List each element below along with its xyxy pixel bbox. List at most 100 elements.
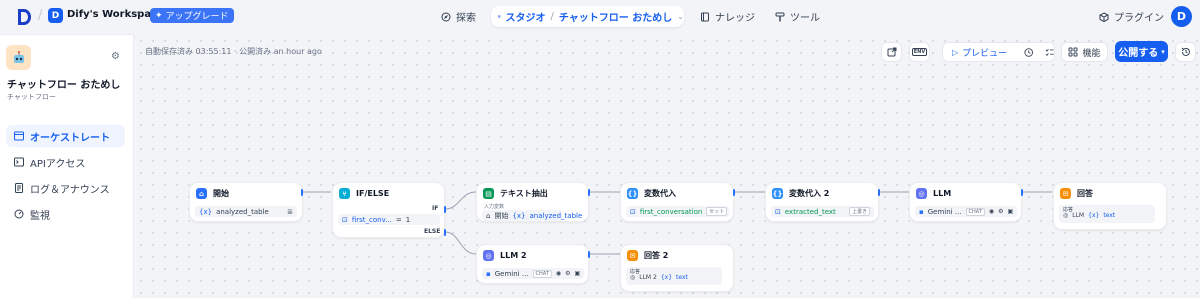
app-type: チャットフロー bbox=[7, 93, 56, 101]
node-llm-2[interactable]: ◎ LLM 2 ▪ Gemini ... CHAT ◉ ⚙ ▣ bbox=[476, 244, 589, 284]
model-chip: ▪ Gemini ... CHAT ◉ ⚙ ▣ bbox=[482, 268, 584, 279]
variable-name: extracted_text bbox=[784, 207, 836, 216]
node-header: {} 変数代入 bbox=[627, 188, 676, 199]
autosave-status: 自動保存済み 03:55:11 · 公開済み an hour ago bbox=[145, 47, 322, 56]
app-settings-icon[interactable]: ⚙ bbox=[111, 51, 120, 62]
node-ifelse[interactable]: ⑂ IF/ELSE IF ⊡ first_conv... = 1 ELSE bbox=[332, 182, 445, 238]
output-handle[interactable] bbox=[588, 189, 590, 196]
hammer-icon bbox=[775, 12, 785, 21]
tool-icon: ⚙ bbox=[565, 270, 571, 277]
else-output-handle[interactable] bbox=[444, 229, 446, 236]
model-mode-tag: CHAT bbox=[965, 207, 985, 216]
sidebar-item-label: ログ＆アナウンス bbox=[30, 184, 110, 196]
nav-knowledge-label: ナレッジ bbox=[715, 13, 755, 24]
sidebar-item-api[interactable]: APIアクセス bbox=[6, 151, 125, 173]
grid-icon bbox=[1068, 47, 1078, 57]
variable-source: LLM bbox=[1072, 212, 1085, 219]
model-name: Gemini ... bbox=[494, 269, 529, 278]
upgrade-button[interactable]: ✦ アップグレード bbox=[150, 8, 234, 23]
brain-icon: ◎ bbox=[630, 274, 636, 281]
node-title: 回答 2 bbox=[644, 251, 669, 260]
node-title: LLM bbox=[933, 189, 952, 198]
response-box: 応答 ◎ LLM 2 {x} text bbox=[626, 267, 722, 285]
publish-button[interactable]: 公開する ▾ bbox=[1115, 41, 1168, 62]
conversation-variable-icon: ⊡ bbox=[630, 207, 636, 216]
model-name: Gemini ... bbox=[927, 207, 962, 216]
answer-icon: ✉ bbox=[627, 250, 638, 261]
chevron-down-icon[interactable]: ▾ bbox=[137, 9, 141, 18]
condition-operator: = bbox=[395, 215, 402, 224]
model-mode-tag: CHAT bbox=[532, 269, 552, 278]
home-icon: ⌂ bbox=[196, 188, 207, 199]
condition-chip: ⊡ first_conv... = 1 bbox=[338, 214, 440, 225]
node-header: ▤ テキスト抽出 bbox=[483, 188, 548, 199]
output-handle[interactable] bbox=[1021, 189, 1023, 196]
checklist-icon[interactable] bbox=[1045, 47, 1054, 58]
version-history-button[interactable] bbox=[1175, 42, 1196, 62]
assignment-chip: ⊡ first_conversation セット bbox=[626, 206, 729, 217]
conversation-variable-icon: ⊡ bbox=[342, 215, 348, 224]
branch-icon: ⑂ bbox=[339, 188, 350, 199]
sidebar-item-label: 監視 bbox=[30, 210, 50, 222]
top-bar: / D Dify's Workspace ▾ ✦ アップグレード 探索 スタジオ… bbox=[0, 0, 1200, 34]
node-title: テキスト抽出 bbox=[500, 189, 548, 198]
output-handle[interactable] bbox=[588, 251, 590, 258]
sidebar-item-orchestrate[interactable]: オーケストレート bbox=[6, 125, 125, 147]
current-app-name[interactable]: チャットフロー おためし bbox=[559, 9, 672, 24]
compass-icon bbox=[441, 12, 451, 21]
nav-explore[interactable]: 探索 bbox=[441, 8, 476, 25]
sidebar-item-label: APIアクセス bbox=[30, 158, 86, 170]
app-sidebar: ⚙ チャットフロー おためし チャットフロー オーケストレート APIアクセス … bbox=[0, 34, 134, 298]
output-handle[interactable] bbox=[733, 189, 735, 196]
sidebar-item-monitoring[interactable]: 監視 bbox=[6, 203, 125, 225]
app-icon bbox=[6, 45, 31, 70]
history-run-icon[interactable] bbox=[1024, 47, 1034, 58]
sidebar-item-logs[interactable]: ログ＆アナウンス bbox=[6, 177, 125, 199]
assign-icon: {} bbox=[772, 188, 783, 199]
features-button[interactable]: 機能 bbox=[1061, 42, 1108, 62]
app-name: チャットフロー おためし bbox=[7, 80, 121, 91]
node-llm[interactable]: ◎ LLM ▪ Gemini ... CHAT ◉ ⚙ ▣ bbox=[909, 182, 1022, 222]
output-handle[interactable] bbox=[301, 189, 303, 196]
dify-logo[interactable] bbox=[16, 8, 32, 26]
variable-icon: {x} bbox=[512, 211, 526, 220]
node-header: ✉ 回答 2 bbox=[627, 250, 668, 261]
studio-icon bbox=[498, 15, 501, 18]
nav-studio[interactable]: スタジオ / チャットフロー おためし ⌄ bbox=[491, 6, 684, 27]
sparkle-icon: ✦ bbox=[155, 10, 163, 21]
workspace-avatar[interactable]: D bbox=[48, 8, 63, 23]
preview-label[interactable]: プレビュー bbox=[962, 46, 1007, 59]
play-icon[interactable]: ▷ bbox=[952, 48, 958, 57]
chevron-down-icon: ▾ bbox=[1161, 47, 1165, 56]
if-output-handle[interactable] bbox=[444, 206, 446, 213]
nav-tools[interactable]: ツール bbox=[775, 8, 820, 25]
env-button[interactable]: ENV bbox=[909, 42, 930, 62]
else-label: ELSE bbox=[424, 228, 441, 235]
env-label: ENV bbox=[911, 48, 928, 56]
node-answer-2[interactable]: ✉ 回答 2 応答 ◎ LLM 2 {x} text bbox=[620, 244, 734, 292]
chevron-down-icon[interactable]: ⌄ bbox=[677, 12, 684, 21]
cube-icon bbox=[1099, 11, 1109, 22]
node-title: 回答 bbox=[1077, 189, 1093, 198]
node-variable-assign[interactable]: {} 変数代入 ⊡ first_conversation セット bbox=[620, 182, 734, 222]
operation-tag: 上書き bbox=[848, 207, 870, 216]
node-answer[interactable]: ✉ 回答 応答 ◎ LLM {x} text bbox=[1053, 182, 1167, 230]
import-button[interactable] bbox=[881, 42, 902, 62]
output-handle[interactable] bbox=[878, 189, 880, 196]
model-chip: ▪ Gemini ... CHAT ◉ ⚙ ▣ bbox=[915, 206, 1017, 217]
assignment-chip: ⊡ extracted_text 上書き bbox=[771, 206, 874, 217]
node-variable-assign-2[interactable]: {} 変数代入 2 ⊡ extracted_text 上書き bbox=[765, 182, 879, 222]
node-start[interactable]: ⌂ 開始 {x} analyzed_table ≣ bbox=[189, 182, 303, 222]
nav-knowledge[interactable]: ナレッジ bbox=[700, 8, 755, 25]
document-icon: ▤ bbox=[483, 188, 494, 199]
plugins-button[interactable]: プラグイン bbox=[1099, 9, 1164, 24]
history-icon bbox=[1181, 47, 1190, 56]
node-text-extract[interactable]: ▤ テキスト抽出 入力変数 ⌂ 開始 {x} analyzed_table bbox=[476, 182, 589, 222]
user-avatar[interactable]: D bbox=[1171, 6, 1192, 27]
preview-group: ▷ プレビュー bbox=[942, 42, 1055, 62]
node-header: ⑂ IF/ELSE bbox=[339, 188, 389, 199]
variable-name: text bbox=[676, 274, 688, 281]
node-header: ◎ LLM 2 bbox=[483, 250, 527, 261]
input-variable-label: 入力変数 bbox=[484, 204, 505, 210]
node-title: 開始 bbox=[213, 189, 229, 198]
